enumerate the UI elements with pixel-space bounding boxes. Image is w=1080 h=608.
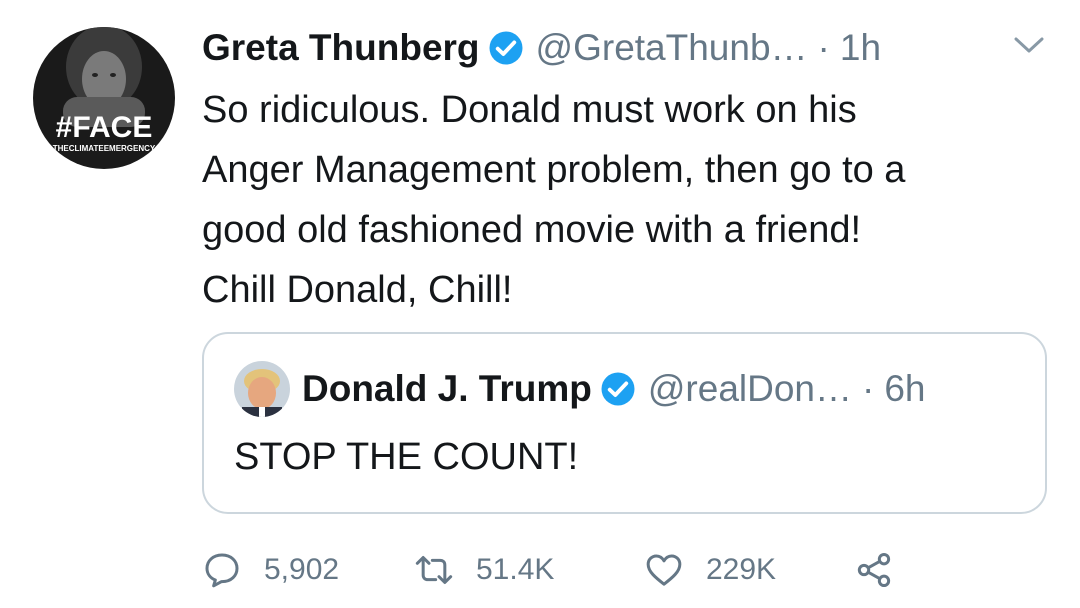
author-name[interactable]: Greta Thunberg	[202, 27, 480, 69]
author-avatar[interactable]: #FACE THECLIMATEEMERGENCY	[33, 27, 175, 169]
tweet-text: So ridiculous. Donald must work on his A…	[202, 89, 906, 311]
verified-badge-icon	[489, 31, 523, 65]
chevron-down-icon[interactable]	[1012, 34, 1046, 56]
quoted-timestamp: 6h	[884, 368, 926, 409]
author-handle[interactable]: @GretaThunb…	[536, 27, 808, 69]
quoted-tweet[interactable]: Donald J. Trump @realDon… · 6h STOP THE …	[202, 332, 1047, 514]
quoted-author-avatar	[234, 361, 290, 417]
tweet-timestamp[interactable]: 1h	[840, 27, 881, 69]
quoted-separator: ·	[862, 368, 875, 409]
like-button[interactable]: 229K	[644, 545, 776, 595]
reply-button[interactable]: 5,902	[202, 545, 339, 595]
avatar-overlay-text: #FACE	[56, 111, 153, 144]
quoted-tweet-header: Donald J. Trump @realDon… · 6h	[234, 360, 925, 418]
avatar-overlay-subtext: THECLIMATEEMERGENCY	[53, 144, 156, 153]
quoted-author-name: Donald J. Trump	[302, 368, 592, 409]
share-button[interactable]	[854, 545, 894, 595]
reply-count: 5,902	[264, 553, 340, 586]
verified-badge-icon	[601, 372, 635, 406]
tweet-header: Greta Thunberg @GretaThunb… · 1h	[202, 20, 881, 76]
reply-icon	[205, 553, 239, 588]
quoted-author-handle: @realDon…	[647, 368, 852, 409]
tweet-actions: 5,902 51.4K 229K	[202, 545, 1062, 595]
retweet-button[interactable]: 51.4K	[414, 545, 554, 595]
quoted-tweet-text: STOP THE COUNT!	[234, 436, 579, 478]
tweet[interactable]: #FACE THECLIMATEEMERGENCY Greta Thunberg…	[0, 0, 1080, 608]
like-count: 229K	[706, 553, 777, 586]
heart-icon	[646, 554, 682, 586]
share-icon	[857, 553, 891, 587]
header-separator: ·	[817, 27, 830, 68]
retweet-count: 51.4K	[476, 553, 555, 586]
retweet-icon	[415, 556, 453, 584]
